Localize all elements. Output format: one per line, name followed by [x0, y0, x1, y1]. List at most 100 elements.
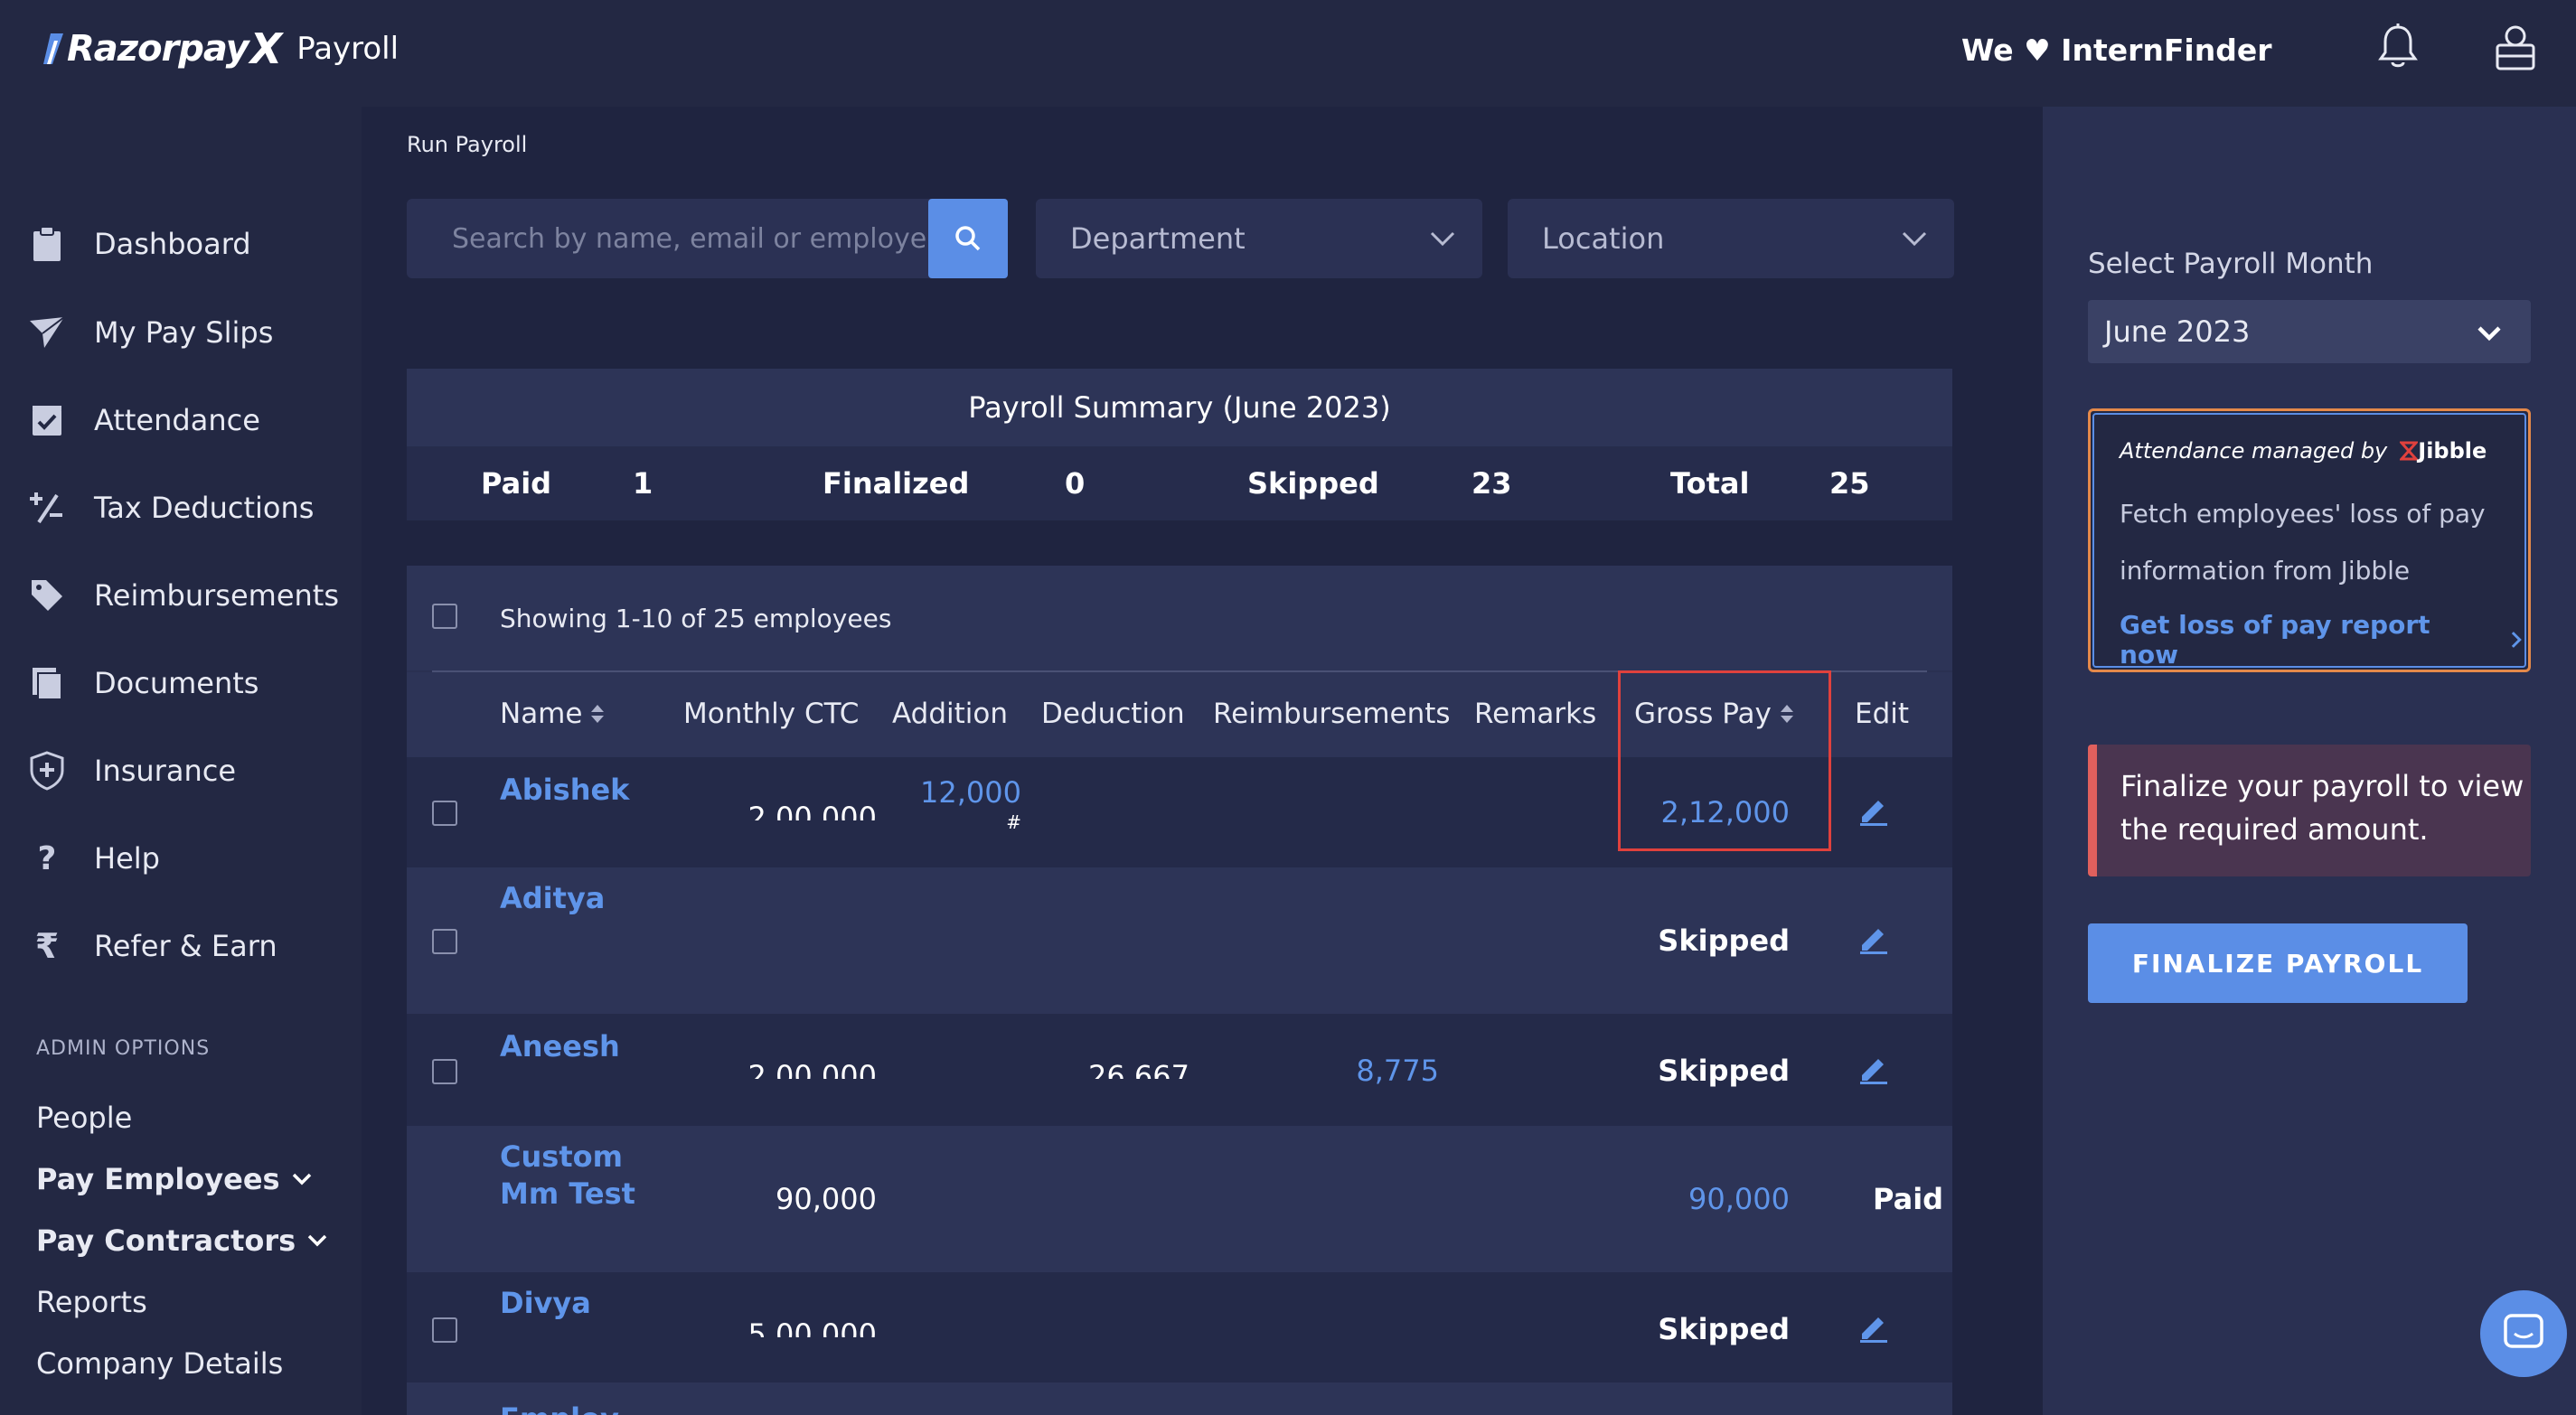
table-row: Divya 5,00,000 Skipped	[407, 1272, 1952, 1382]
sidebar-item-reimbursements[interactable]: Reimbursements	[27, 568, 339, 623]
admin-item-people[interactable]: People	[36, 1101, 132, 1135]
table-row: Employ	[407, 1382, 1952, 1415]
sidebar-item-refer-earn[interactable]: ₹ Refer & Earn	[27, 919, 277, 973]
row-checkbox[interactable]	[432, 1317, 457, 1343]
admin-item-reports[interactable]: Reports	[36, 1285, 147, 1319]
sidebar-item-dashboard[interactable]: Dashboard	[27, 217, 251, 271]
bell-icon[interactable]	[2373, 22, 2423, 72]
employee-name[interactable]: Custom Mm Test	[500, 1139, 635, 1213]
summary-counts: Paid 1 Finalized 0 Skipped 23 Total 25	[407, 446, 1952, 520]
breadcrumb[interactable]: Run Payroll	[407, 132, 527, 157]
razorpayx-logo[interactable]: Razorpay X Payroll	[43, 24, 400, 73]
clipboard-icon	[27, 224, 67, 264]
jibble-description: Fetch employees' loss of pay information…	[2120, 499, 2486, 586]
sidebar-item-attendance[interactable]: Attendance	[27, 393, 260, 447]
sidebar-item-label: Help	[94, 841, 160, 876]
product-name: Payroll	[296, 31, 400, 67]
hourglass-icon	[2400, 441, 2419, 461]
admin-item-label: Pay Employees	[36, 1162, 280, 1196]
chat-icon	[2504, 1314, 2543, 1348]
row-checkbox[interactable]	[432, 1059, 457, 1084]
header-remarks: Remarks	[1474, 698, 1597, 730]
row-checkbox[interactable]	[432, 801, 457, 826]
monthly-ctc: 2,00,000	[747, 1059, 878, 1079]
row-checkbox[interactable]	[432, 929, 457, 954]
reimbursements-value[interactable]: 8,775	[1356, 1054, 1439, 1088]
header-edit: Edit	[1855, 698, 1910, 730]
employee-name[interactable]: Divya	[500, 1285, 591, 1322]
razorpay-mark-icon	[43, 33, 63, 64]
addition-note: #	[1006, 811, 1021, 833]
admin-item-company-details[interactable]: Company Details	[36, 1346, 283, 1381]
search-input[interactable]	[407, 199, 926, 278]
search-button[interactable]	[928, 199, 1008, 278]
finalized-label: Finalized	[823, 466, 970, 501]
sidebar-item-label: Insurance	[94, 754, 236, 788]
summary-title: Payroll Summary (June 2023)	[968, 390, 1391, 425]
rupee-icon: ₹	[34, 926, 60, 966]
admin-item-label: Pay Contractors	[36, 1223, 296, 1258]
get-loss-of-pay-link[interactable]: Get loss of pay report now	[2120, 610, 2528, 670]
sidebar-item-label: Documents	[94, 666, 259, 700]
payroll-summary: Payroll Summary (June 2023) Paid 1 Final…	[407, 369, 1952, 520]
search-box	[407, 199, 1008, 278]
employee-name[interactable]: Employ	[500, 1401, 619, 1415]
chat-support-button[interactable]	[2480, 1290, 2567, 1377]
monthly-ctc: 2,00,000	[747, 801, 878, 820]
skipped-count: 23	[1471, 466, 1512, 501]
chevron-down-icon	[1430, 231, 1455, 247]
paper-plane-icon	[27, 313, 67, 352]
showing-count: Showing 1-10 of 25 employees	[500, 604, 892, 633]
employee-name[interactable]: Abishek	[500, 772, 629, 809]
chevron-down-icon	[307, 1234, 327, 1247]
payroll-month-select[interactable]: June 2023	[2088, 300, 2531, 363]
monthly-ctc: 5,00,000	[747, 1317, 878, 1337]
finalize-notice: Finalize your payroll to view the requir…	[2088, 745, 2531, 876]
sidebar-item-my-pay-slips[interactable]: My Pay Slips	[27, 305, 273, 360]
pencil-icon[interactable]	[1858, 923, 1889, 954]
document-icon	[27, 663, 67, 703]
sidebar-item-help[interactable]: ? Help	[27, 831, 160, 886]
header-name[interactable]: Name	[500, 698, 606, 730]
employee-name[interactable]: Aditya	[500, 880, 605, 917]
jibble-logo: Jibble	[2400, 438, 2487, 464]
pencil-icon[interactable]	[1858, 1054, 1889, 1084]
select-payroll-month-label: Select Payroll Month	[2088, 248, 2374, 280]
brand-name: Razorpay	[67, 28, 249, 70]
pencil-icon[interactable]	[1858, 1312, 1889, 1343]
sidebar-item-label: My Pay Slips	[94, 315, 274, 350]
admin-item-pay-employees[interactable]: Pay Employees	[36, 1162, 315, 1196]
sidebar-item-label: Dashboard	[94, 227, 251, 261]
chevron-down-icon	[2477, 326, 2501, 342]
header-deduction: Deduction	[1041, 698, 1185, 730]
gross-pay-value[interactable]: 90,000	[1688, 1182, 1790, 1216]
select-all-checkbox[interactable]	[432, 604, 457, 629]
total-label: Total	[1670, 466, 1750, 501]
top-bar: Razorpay X Payroll We ♥ InternFinder	[0, 0, 2576, 107]
sidebar-item-tax-deductions[interactable]: Tax Deductions	[27, 481, 314, 535]
jibble-card: Attendance managed by Jibble Fetch emplo…	[2088, 408, 2531, 672]
pencil-icon[interactable]	[1858, 795, 1889, 826]
sidebar-item-label: Refer & Earn	[94, 929, 277, 963]
user-account-icon[interactable]	[2490, 22, 2541, 72]
gross-pay-status: Skipped	[1658, 1054, 1790, 1088]
finalize-payroll-button[interactable]: FINALIZE PAYROLL	[2088, 923, 2468, 1003]
table-row: Aditya Skipped	[407, 867, 1952, 1014]
sort-icon	[591, 705, 605, 723]
search-icon	[955, 226, 981, 251]
notice-text: Finalize your payroll to view the requir…	[2120, 769, 2524, 847]
sidebar: Dashboard My Pay Slips Attendance Tax De…	[0, 107, 362, 1415]
employee-name[interactable]: Aneesh	[500, 1028, 620, 1065]
skipped-label: Skipped	[1247, 466, 1379, 501]
location-dropdown[interactable]: Location	[1508, 199, 1954, 278]
header-reimbursements: Reimbursements	[1213, 698, 1451, 730]
sidebar-item-insurance[interactable]: Insurance	[27, 744, 236, 798]
addition-value[interactable]: 12,000	[920, 775, 1021, 810]
admin-item-pay-contractors[interactable]: Pay Contractors	[36, 1223, 330, 1258]
header-label: Name	[500, 698, 583, 730]
company-name[interactable]: We ♥ InternFinder	[1961, 33, 2272, 68]
sidebar-item-documents[interactable]: Documents	[27, 656, 259, 710]
header-monthly-ctc: Monthly CTC	[683, 698, 860, 730]
department-dropdown[interactable]: Department	[1036, 199, 1482, 278]
gross-pay-highlight	[1618, 670, 1831, 851]
